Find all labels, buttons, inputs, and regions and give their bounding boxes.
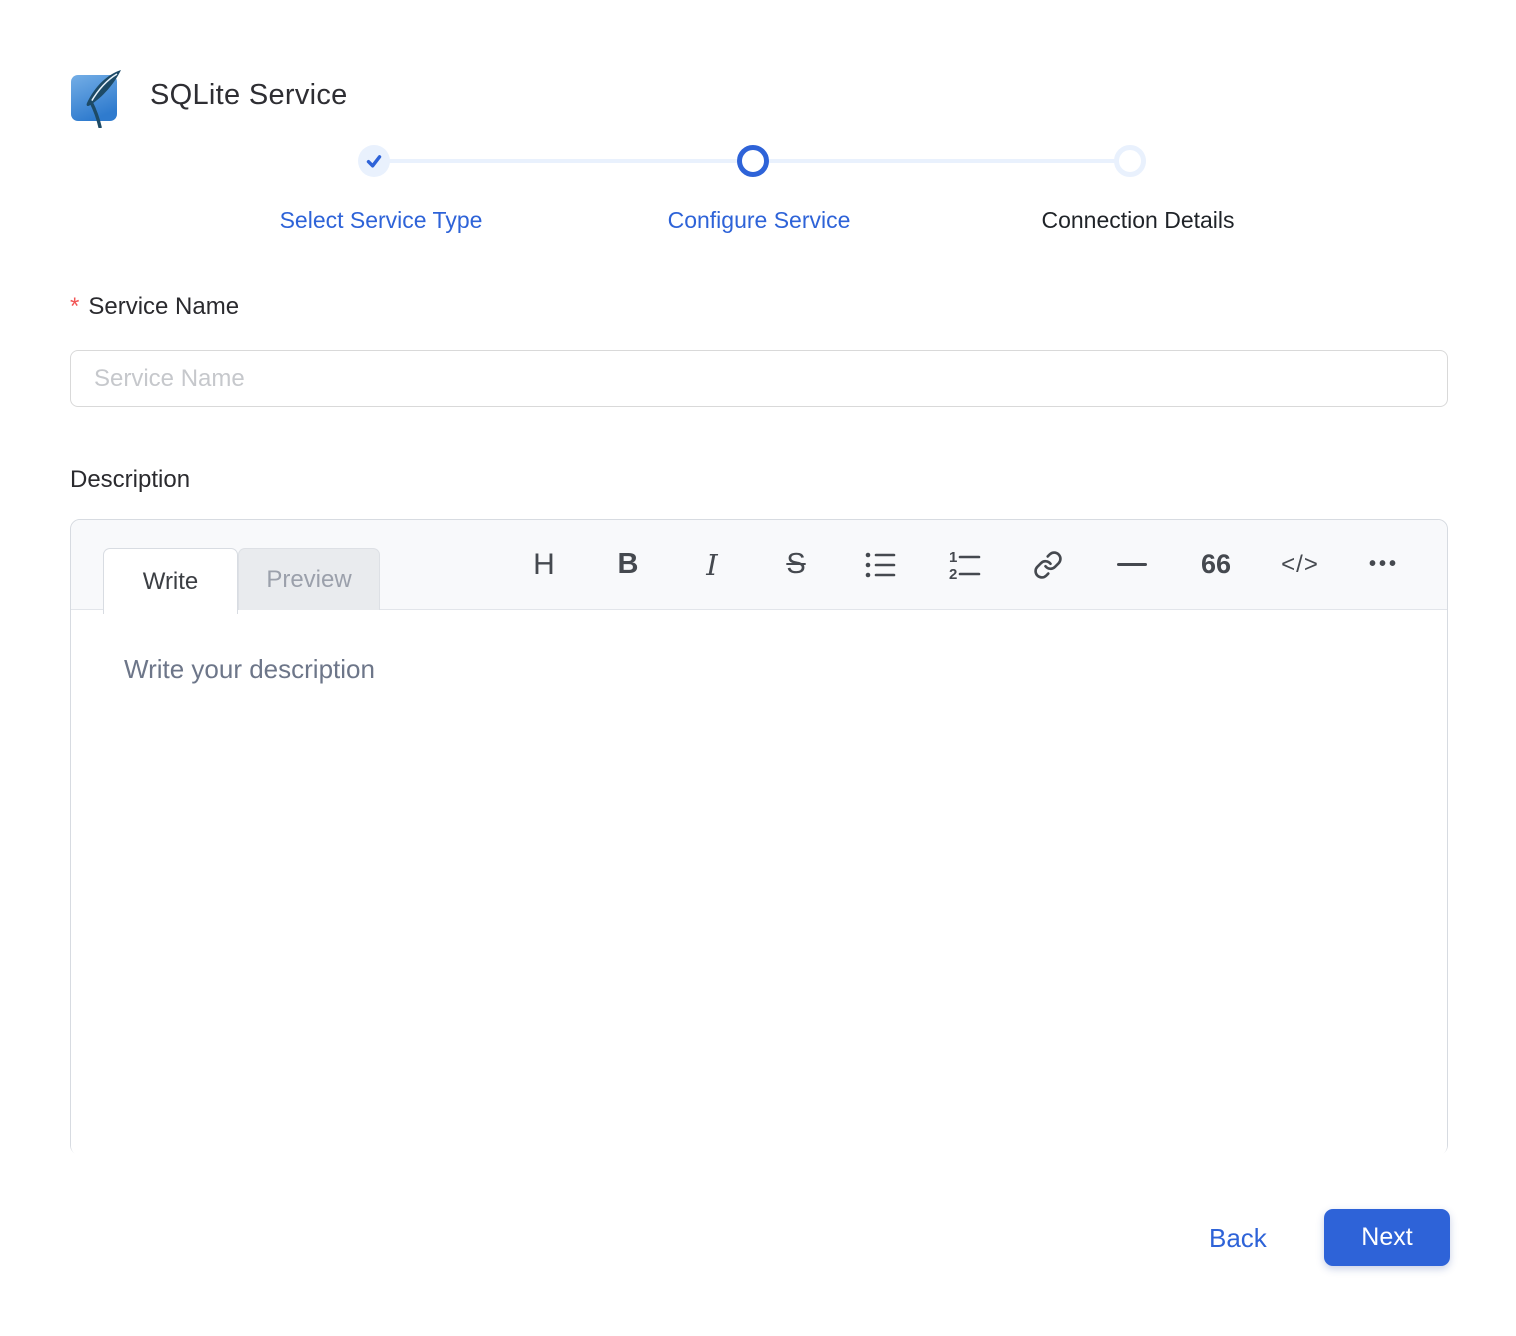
tab-preview[interactable]: Preview xyxy=(238,548,380,610)
svg-text:1: 1 xyxy=(949,549,957,566)
bold-icon[interactable]: B xyxy=(611,543,645,587)
editor-toolbar: Write Preview H B I S 1 2 66 </> ••• xyxy=(71,520,1447,614)
strikethrough-icon[interactable]: S xyxy=(779,543,813,587)
description-label: Description xyxy=(70,466,191,493)
step-label-configure-service: Configure Service xyxy=(667,207,851,233)
tab-write[interactable]: Write xyxy=(103,548,238,614)
more-icon[interactable]: ••• xyxy=(1367,543,1401,587)
sqlite-service-wizard: SQLite Service Select Service Type Confi… xyxy=(0,0,1516,1336)
toolbar-buttons: H B I S 1 2 66 </> ••• xyxy=(527,520,1401,609)
svg-text:2: 2 xyxy=(949,566,957,581)
check-icon xyxy=(366,155,382,168)
step-label-connection-details: Connection Details xyxy=(1041,207,1235,233)
code-icon[interactable]: </> xyxy=(1281,543,1318,587)
required-asterisk: * xyxy=(70,293,80,320)
step-label-select-service-type[interactable]: Select Service Type xyxy=(280,207,483,234)
page-title: SQLite Service xyxy=(150,79,348,111)
link-icon[interactable] xyxy=(1031,543,1065,587)
italic-icon[interactable]: I xyxy=(695,543,729,587)
description-textarea[interactable] xyxy=(71,610,1447,1156)
service-name-label-text: Service Name xyxy=(88,293,240,320)
sqlite-logo-icon xyxy=(71,70,121,128)
horizontal-rule-icon[interactable] xyxy=(1115,543,1149,587)
next-button[interactable]: Next xyxy=(1324,1209,1450,1266)
quote-icon[interactable]: 66 xyxy=(1199,543,1233,587)
service-name-label: * Service Name xyxy=(70,293,239,321)
step-indicator-select-service-type[interactable] xyxy=(358,145,390,177)
back-button[interactable]: Back xyxy=(1209,1223,1267,1254)
step-indicator-connection-details xyxy=(1114,145,1146,177)
ordered-list-icon[interactable]: 1 2 xyxy=(947,543,981,587)
service-name-input[interactable] xyxy=(70,350,1448,407)
step-indicator-configure-service xyxy=(737,145,769,177)
bullet-list-icon[interactable] xyxy=(863,543,897,587)
description-editor: Write Preview H B I S 1 2 66 </> ••• Wri… xyxy=(70,519,1448,1156)
heading-icon[interactable]: H xyxy=(527,543,561,587)
